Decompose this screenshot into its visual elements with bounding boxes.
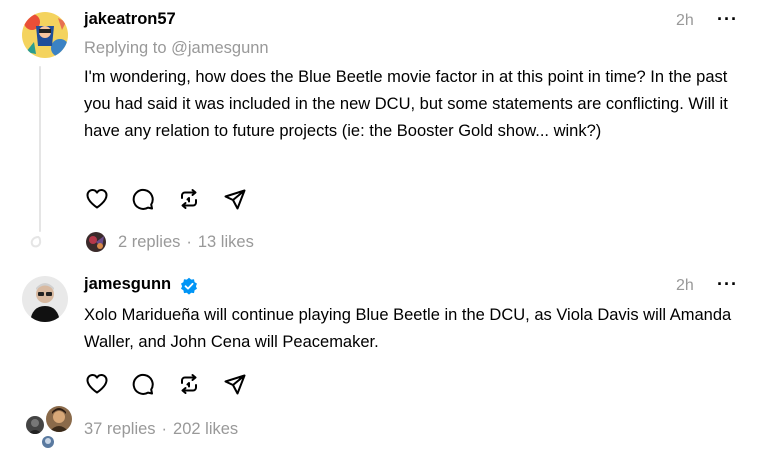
repost-icon	[177, 372, 201, 396]
thread-loop-icon	[29, 235, 51, 254]
post-stats: 2 replies · 13 likes	[118, 233, 254, 252]
comment-icon	[131, 372, 155, 396]
heart-icon	[85, 187, 109, 211]
replies-count[interactable]: 2 replies	[118, 233, 180, 251]
more-options-button[interactable]: ···	[717, 9, 738, 30]
stats-separator: ·	[161, 420, 168, 438]
replier-avatar	[44, 404, 74, 434]
replier-avatar	[42, 436, 54, 448]
share-icon	[223, 187, 247, 211]
replying-to-label[interactable]: Replying to @jamesgunn	[84, 39, 269, 58]
thread-view: jakeatron57 2h ··· Replying to @jamesgun…	[0, 0, 757, 463]
avatar-jamesgunn[interactable]	[22, 276, 68, 322]
share-button[interactable]	[222, 371, 248, 397]
like-button[interactable]	[84, 186, 110, 212]
post-text: Xolo Maridueña will continue playing Blu…	[84, 306, 732, 351]
post-actions	[84, 371, 268, 397]
post-stats: 37 replies · 202 likes	[84, 420, 238, 439]
post-actions	[84, 186, 268, 212]
replier-avatar	[86, 232, 106, 252]
stats-separator: ·	[186, 233, 192, 251]
repost-button[interactable]	[176, 186, 202, 212]
share-icon	[223, 372, 247, 396]
like-button[interactable]	[84, 371, 110, 397]
avatar-jakeatron57[interactable]	[22, 12, 68, 58]
comment-button[interactable]	[130, 371, 156, 397]
comment-icon	[131, 187, 155, 211]
post-timestamp[interactable]: 2h	[676, 277, 694, 295]
repost-icon	[177, 187, 201, 211]
heart-icon	[85, 372, 109, 396]
comment-button[interactable]	[130, 186, 156, 212]
thread-connector-line	[39, 66, 41, 232]
replies-count[interactable]: 37 replies	[84, 420, 156, 438]
post-username[interactable]: jamesgunn	[84, 275, 171, 294]
repost-button[interactable]	[176, 371, 202, 397]
share-button[interactable]	[222, 186, 248, 212]
likes-count[interactable]: 13 likes	[198, 233, 254, 251]
post-timestamp[interactable]: 2h	[676, 12, 694, 30]
verified-badge-icon	[180, 277, 198, 300]
likes-count[interactable]: 202 likes	[173, 420, 238, 438]
replier-avatar	[26, 416, 44, 434]
more-options-button[interactable]: ···	[717, 274, 738, 295]
post-text: I'm wondering, how does the Blue Beetle …	[84, 68, 728, 140]
post-username[interactable]: jakeatron57	[84, 10, 176, 29]
